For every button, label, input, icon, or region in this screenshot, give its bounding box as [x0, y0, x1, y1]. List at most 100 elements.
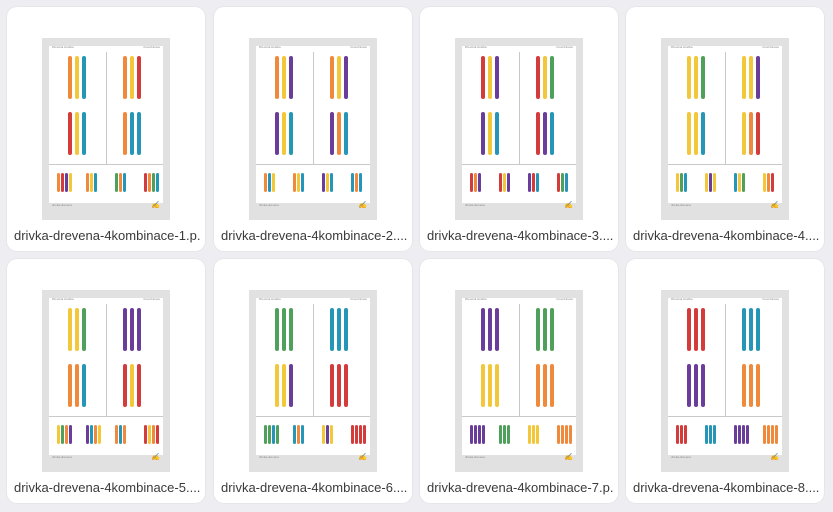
cut-line-horizontal [256, 164, 370, 165]
stick-group-small [264, 173, 280, 192]
file-name[interactable]: drivka-drevena-4kombinace-5.... [14, 480, 200, 495]
file-name[interactable]: drivka-drevena-4kombinace-8.... [633, 480, 819, 495]
file-thumbnail: Dřevěná Hračka 4 kombinace drivka-dreven… [661, 38, 789, 220]
popsicle-stick-orange [297, 425, 300, 444]
file-name[interactable]: drivka-drevena-4kombinace-3.... [427, 228, 613, 243]
popsicle-stick-orange [756, 364, 760, 407]
file-name[interactable]: drivka-drevena-4kombinace-1.p... [14, 228, 200, 243]
popsicle-stick-teal [742, 308, 746, 351]
file-name[interactable]: drivka-drevena-4kombinace-6.... [221, 480, 407, 495]
popsicle-stick-teal [351, 173, 354, 192]
stick-group-large [330, 112, 350, 155]
file-card[interactable]: Dřevěná Hračka 4 kombinace drivka-dreven… [214, 259, 412, 503]
popsicle-stick-yellow [75, 56, 79, 99]
popsicle-stick-teal [701, 112, 705, 155]
popsicle-stick-yellow [322, 425, 325, 444]
cut-line-vertical [313, 52, 314, 164]
preview-footer-text: drivka-drevena [671, 203, 691, 207]
popsicle-stick-orange [557, 425, 560, 444]
stick-group-small [734, 425, 750, 444]
file-name[interactable]: drivka-drevena-4kombinace-4.... [633, 228, 819, 243]
popsicle-stick-red [694, 308, 698, 351]
stick-group-large [330, 364, 350, 407]
file-card[interactable]: Dřevěná Hračka 4 kombinace drivka-dreven… [626, 7, 824, 251]
popsicle-stick-orange [152, 425, 155, 444]
file-card[interactable]: Dřevěná Hračka 4 kombinace drivka-dreven… [7, 7, 205, 251]
popsicle-stick-orange [355, 173, 358, 192]
pdf-page-preview: Dřevěná Hračka 4 kombinace drivka-dreven… [49, 45, 163, 209]
stick-group-small [293, 173, 309, 192]
stick-group-small [144, 173, 160, 192]
popsicle-stick-purple [495, 56, 499, 99]
stick-group-small [557, 173, 573, 192]
stick-group-large [275, 308, 295, 351]
popsicle-stick-orange [767, 173, 770, 192]
popsicle-stick-red [137, 364, 141, 407]
popsicle-stick-green [276, 425, 279, 444]
popsicle-stick-orange [749, 112, 753, 155]
popsicle-stick-yellow [57, 425, 60, 444]
file-card[interactable]: Dřevěná Hračka 4 kombinace drivka-dreven… [420, 7, 618, 251]
popsicle-stick-orange [561, 425, 564, 444]
preview-page-count: 4 kombinace [142, 45, 160, 49]
signature-logo: ✍ [564, 201, 573, 209]
popsicle-stick-yellow [488, 56, 492, 99]
file-thumbnail: Dřevěná Hračka 4 kombinace drivka-dreven… [455, 38, 583, 220]
stick-group-small [470, 425, 486, 444]
file-thumbnail: Dřevěná Hračka 4 kombinace drivka-dreven… [249, 290, 377, 472]
popsicle-stick-yellow [495, 364, 499, 407]
popsicle-stick-red [61, 173, 64, 192]
popsicle-stick-green [680, 173, 683, 192]
popsicle-stick-green [82, 308, 86, 351]
popsicle-stick-red [481, 56, 485, 99]
popsicle-stick-purple [734, 425, 737, 444]
file-card[interactable]: Dřevěná Hračka 4 kombinace drivka-dreven… [626, 259, 824, 503]
popsicle-stick-yellow [75, 112, 79, 155]
popsicle-stick-purple [701, 364, 705, 407]
stick-group-small [528, 173, 544, 192]
preview-footer-text: drivka-drevena [465, 455, 485, 459]
popsicle-stick-yellow [749, 56, 753, 99]
popsicle-stick-yellow [742, 112, 746, 155]
popsicle-stick-green [543, 308, 547, 351]
popsicle-stick-teal [330, 173, 333, 192]
stick-group-small [86, 425, 102, 444]
popsicle-stick-yellow [90, 173, 93, 192]
popsicle-stick-orange [775, 425, 778, 444]
popsicle-stick-orange [119, 173, 122, 192]
popsicle-stick-yellow [694, 56, 698, 99]
popsicle-stick-green [275, 308, 279, 351]
popsicle-stick-yellow [130, 56, 134, 99]
popsicle-stick-yellow [543, 56, 547, 99]
popsicle-stick-green [264, 425, 267, 444]
preview-footer-text: drivka-drevena [465, 203, 485, 207]
popsicle-stick-teal [119, 425, 122, 444]
stick-group-small [144, 425, 160, 444]
file-card[interactable]: Dřevěná Hračka 4 kombinace drivka-dreven… [420, 259, 618, 503]
popsicle-stick-orange [86, 173, 89, 192]
popsicle-stick-purple [65, 173, 68, 192]
file-card[interactable]: Dřevěná Hračka 4 kombinace drivka-dreven… [7, 259, 205, 503]
preview-header-text: Dřevěná Hračka [465, 45, 487, 49]
popsicle-stick-orange [65, 425, 68, 444]
file-card[interactable]: Dřevěná Hračka 4 kombinace drivka-dreven… [214, 7, 412, 251]
popsicle-stick-red [771, 173, 774, 192]
popsicle-stick-purple [478, 173, 481, 192]
stick-group-large [275, 112, 295, 155]
popsicle-stick-orange [767, 425, 770, 444]
stick-group-large [742, 56, 762, 99]
cut-line-vertical [106, 304, 107, 416]
file-thumbnail: Dřevěná Hračka 4 kombinace drivka-dreven… [42, 290, 170, 472]
file-thumbnail: Dřevěná Hračka 4 kombinace drivka-dreven… [249, 38, 377, 220]
file-name[interactable]: drivka-drevena-4kombinace-2.... [221, 228, 407, 243]
popsicle-stick-yellow [130, 364, 134, 407]
signature-logo: ✍ [151, 453, 160, 461]
popsicle-stick-teal [495, 112, 499, 155]
file-name[interactable]: drivka-drevena-4kombinace-7.p... [427, 480, 613, 495]
stick-group-small [763, 425, 779, 444]
popsicle-stick-teal [94, 173, 97, 192]
popsicle-stick-purple [687, 364, 691, 407]
cut-line-horizontal [668, 416, 782, 417]
popsicle-stick-red [756, 112, 760, 155]
cut-line-horizontal [668, 164, 782, 165]
